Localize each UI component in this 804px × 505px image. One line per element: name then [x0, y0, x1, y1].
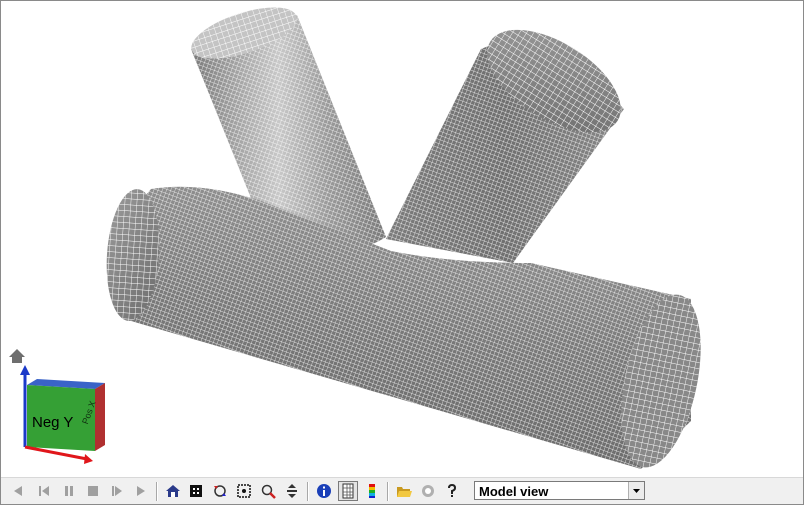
- home-view-icon[interactable]: [164, 482, 182, 500]
- next-icon[interactable]: [132, 482, 150, 500]
- view-mode-select[interactable]: Model view: [474, 481, 645, 500]
- chevron-down-icon[interactable]: [628, 482, 644, 499]
- fe-viewer-window: Neg Y Pos X Model view: [0, 0, 804, 505]
- settings-icon[interactable]: [419, 482, 437, 500]
- mesh-icon[interactable]: [338, 481, 358, 501]
- viewer-toolbar: Model view: [1, 477, 803, 504]
- model-viewport[interactable]: Neg Y Pos X: [1, 1, 803, 477]
- mesh-model-canvas[interactable]: Neg Y Pos X: [1, 1, 803, 477]
- stop-icon[interactable]: [84, 482, 102, 500]
- cube-front-label: Neg Y: [32, 414, 73, 431]
- color-legend-icon[interactable]: [363, 482, 381, 500]
- home-icon[interactable]: [9, 349, 25, 363]
- toolbar-separator: [307, 482, 309, 501]
- rotate-icon[interactable]: [211, 482, 229, 500]
- x-axis-arrow-icon: [84, 454, 93, 464]
- zoom-icon[interactable]: [259, 482, 277, 500]
- prev-icon[interactable]: [9, 482, 27, 500]
- open-folder-icon[interactable]: [395, 482, 413, 500]
- step-forward-icon[interactable]: [108, 482, 126, 500]
- center-icon[interactable]: [235, 482, 253, 500]
- fit-icon[interactable]: [187, 482, 205, 500]
- toolbar-separator: [156, 482, 158, 501]
- cube-side-face[interactable]: [95, 383, 105, 451]
- view-mode-value: Model view: [479, 484, 549, 499]
- help-icon[interactable]: [443, 482, 461, 500]
- pan-icon[interactable]: [283, 482, 301, 500]
- info-icon[interactable]: [315, 482, 333, 500]
- z-axis-arrow-icon: [20, 365, 30, 375]
- right-branch-pipe: [386, 29, 624, 263]
- toolbar-separator: [387, 482, 389, 501]
- pause-icon[interactable]: [60, 482, 78, 500]
- navigation-cube[interactable]: Neg Y Pos X: [9, 349, 105, 464]
- step-back-icon[interactable]: [35, 482, 53, 500]
